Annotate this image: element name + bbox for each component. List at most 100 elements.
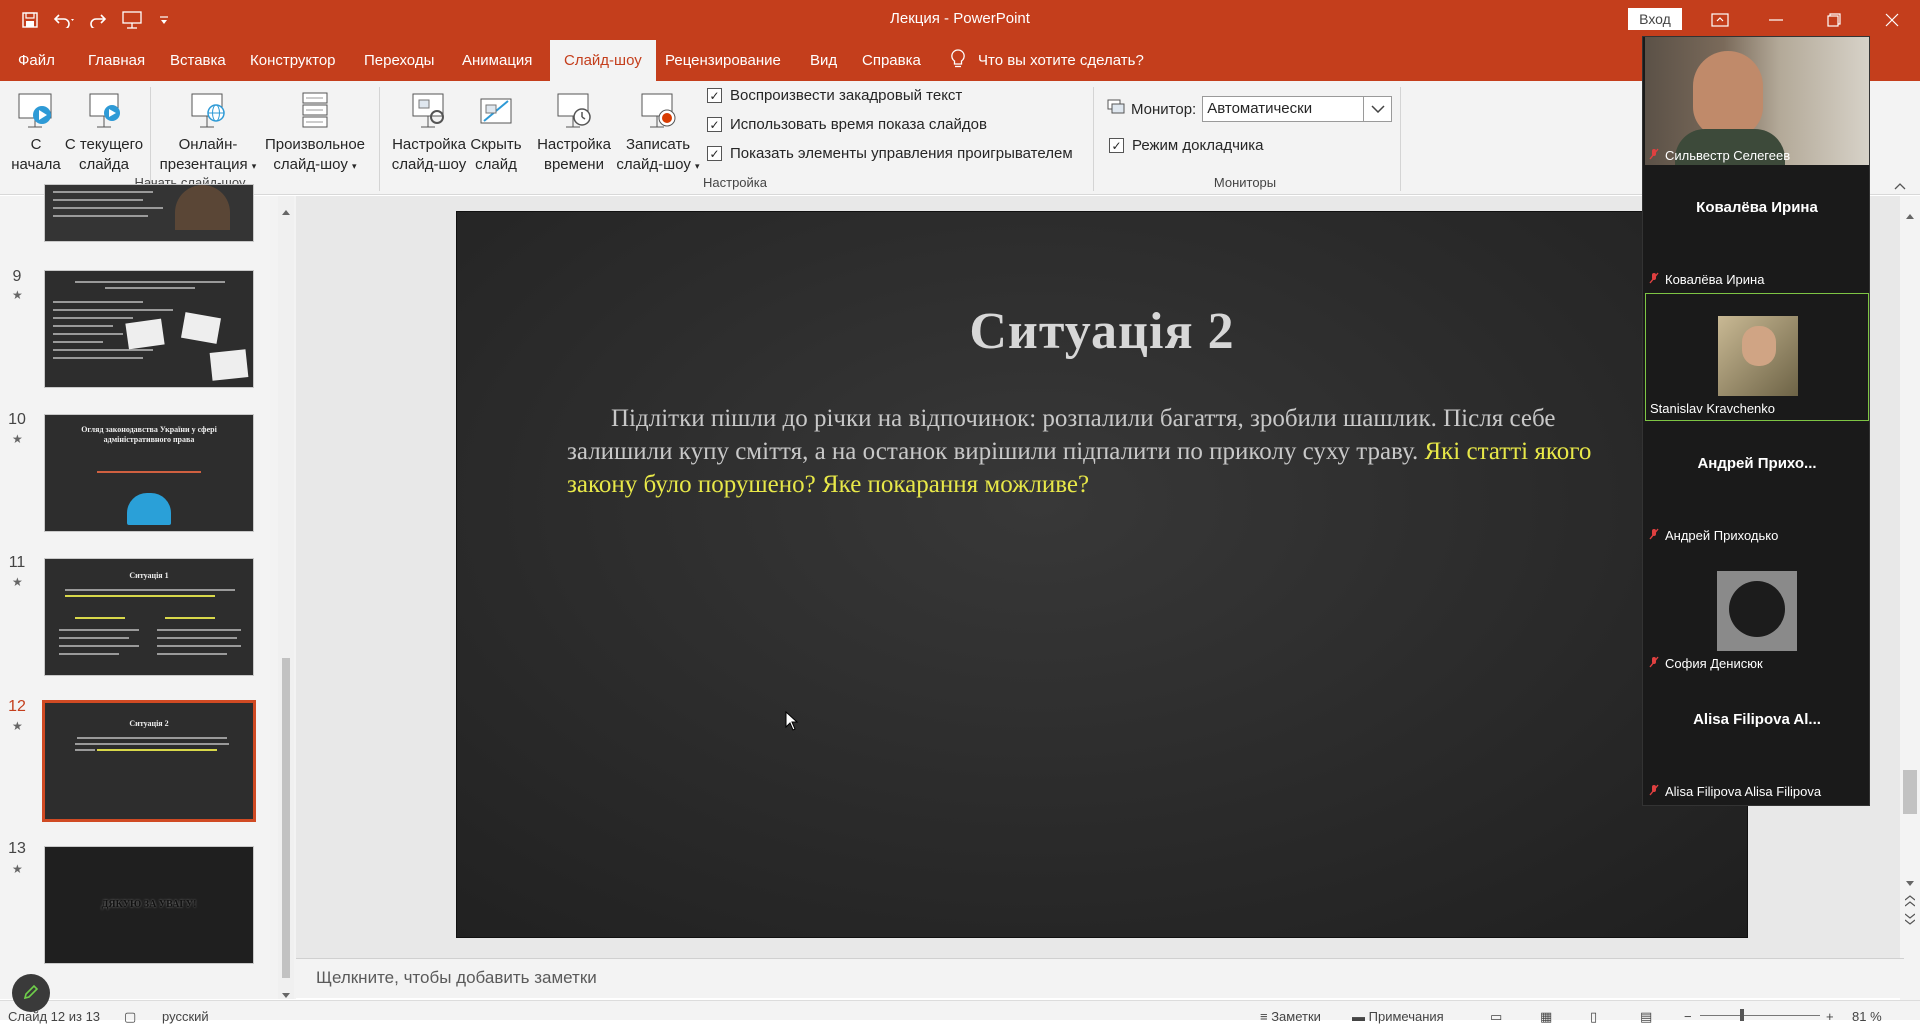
hide-slide-icon: [468, 87, 524, 131]
muted-mic-icon: [1649, 784, 1659, 799]
slide-thumbnail-12[interactable]: Ситуація 2: [42, 700, 256, 822]
language-indicator[interactable]: русский: [162, 1009, 209, 1024]
slide-thumbnail-10[interactable]: Огляд законодавства України у сфері адмі…: [44, 414, 254, 532]
normal-view-icon[interactable]: ▭: [1490, 1009, 1502, 1025]
sign-in-button[interactable]: Вход: [1628, 8, 1682, 30]
comments-toggle[interactable]: ▬ Примечания: [1352, 1009, 1444, 1024]
monitor-value: Автоматически: [1207, 100, 1313, 117]
notes-toggle[interactable]: ≡ Заметки: [1260, 1009, 1321, 1024]
hide-label-2: слайд: [475, 156, 517, 173]
rehearse-timings-button[interactable]: Настройка времени: [532, 87, 616, 175]
editor-scrollbar[interactable]: [1900, 196, 1920, 1000]
hide-slide-button[interactable]: Скрыть слайд: [468, 87, 524, 175]
record-icon: [612, 87, 704, 131]
next-slide-icon[interactable]: [1904, 912, 1916, 928]
use-timings-checkbox[interactable]: ✓ Использовать время показа слайдов: [707, 116, 987, 133]
tab-design[interactable]: Конструктор: [250, 40, 336, 81]
video-call-participants-panel: Сильвестр Селегеев Ковалёва Ирина Ковалё…: [1642, 36, 1870, 806]
thumb-text-line: [53, 309, 173, 311]
tab-view[interactable]: Вид: [810, 40, 837, 81]
tab-home[interactable]: Главная: [88, 40, 145, 81]
thumb-text-line: [157, 645, 241, 647]
participant-tile[interactable]: Андрей Прихо... Андрей Приходько: [1645, 421, 1869, 547]
group-label-setup: Настройка: [703, 175, 767, 190]
close-icon[interactable]: [1878, 6, 1906, 34]
notes-pane[interactable]: Щелкните, чтобы добавить заметки: [296, 958, 1904, 998]
slide-sorter-icon[interactable]: ▦: [1540, 1009, 1552, 1025]
participant-tile[interactable]: Сильвестр Селегеев: [1645, 37, 1869, 165]
zoom-out-icon[interactable]: −: [1684, 1009, 1692, 1024]
from-beginning-label-1: С: [30, 136, 42, 153]
zoom-slider-thumb[interactable]: [1740, 1009, 1744, 1021]
from-current-slide-button[interactable]: С текущего слайда: [64, 87, 144, 175]
minimize-icon[interactable]: [1762, 6, 1790, 34]
participant-tile[interactable]: Ковалёва Ирина Ковалёва Ирина: [1645, 165, 1869, 291]
scroll-up-icon[interactable]: [1906, 206, 1914, 222]
restore-icon[interactable]: [1820, 6, 1848, 34]
thumb-text-line: [53, 341, 103, 343]
slide-thumbnail-9[interactable]: [44, 270, 254, 388]
record-slideshow-button[interactable]: Записать слайд-шоу ▾: [612, 87, 704, 176]
ribbon-display-options-icon[interactable]: [1706, 6, 1734, 34]
animation-star-icon: ★: [12, 719, 23, 733]
pen-annotation-button[interactable]: [12, 974, 50, 1012]
setup-slideshow-button[interactable]: Настройка слайд-шоу: [390, 87, 468, 175]
tell-me-search[interactable]: Что вы хотите сделать?: [950, 40, 1144, 81]
previous-slide-icon[interactable]: [1904, 894, 1916, 910]
thumb-text-line: [157, 629, 241, 631]
monitor-select[interactable]: Автоматически: [1202, 96, 1393, 122]
zoom-level[interactable]: 81 %: [1852, 1009, 1882, 1024]
present-online-button[interactable]: Онлайн- презентация ▾: [158, 87, 258, 176]
thumb-text-line: [157, 653, 227, 655]
tab-help[interactable]: Справка: [862, 40, 921, 81]
from-beginning-button[interactable]: С начала: [10, 87, 62, 175]
thumbnail-scrollbar[interactable]: [278, 196, 294, 999]
slide-thumbnail-11[interactable]: Ситуація 1: [44, 558, 254, 676]
show-media-controls-checkbox[interactable]: ✓ Показать элементы управления проигрыва…: [707, 145, 1073, 162]
tab-insert[interactable]: Вставка: [170, 40, 226, 81]
scroll-up-icon[interactable]: [282, 202, 290, 218]
slide-title[interactable]: Ситуація 2: [457, 302, 1747, 361]
from-beginning-label-2: начала: [11, 156, 61, 173]
slideshow-view-icon[interactable]: ▤: [1640, 1009, 1652, 1025]
status-bar: Слайд 12 из 13 ▢ русский ≡ Заметки ▬ При…: [0, 1000, 1920, 1024]
tab-animations[interactable]: Анимация: [462, 40, 532, 81]
current-slide[interactable]: Ситуація 2 Підлітки пішли до річки на ві…: [456, 211, 1748, 938]
custom-show-button[interactable]: Произвольное слайд-шоу ▾: [260, 87, 370, 176]
slide-body-text[interactable]: Підлітки пішли до річки на відпочинок: р…: [567, 402, 1647, 501]
zoom-slider[interactable]: [1700, 1015, 1820, 1016]
record-label-2-row: слайд-шоу ▾: [612, 155, 704, 176]
thumb-text-line: [75, 743, 229, 745]
use-timings-label: Использовать время показа слайдов: [730, 116, 987, 133]
show-media-controls-label: Показать элементы управления проигрывате…: [730, 145, 1073, 162]
notes-label: Заметки: [1271, 1009, 1321, 1024]
custom-label-2: слайд-шоу: [273, 156, 348, 173]
tab-slideshow[interactable]: Слайд-шоу: [550, 40, 656, 81]
zoom-in-icon[interactable]: +: [1826, 1009, 1834, 1024]
presenter-view-checkbox[interactable]: ✓ Режим докладчика: [1109, 137, 1264, 154]
cat-avatar-icon: [1729, 581, 1785, 637]
thumb-text-line: [53, 349, 153, 351]
spell-check-icon[interactable]: ▢: [124, 1009, 136, 1025]
participant-tile-active[interactable]: Stanislav Kravchenko: [1645, 293, 1869, 421]
tab-review[interactable]: Рецензирование: [665, 40, 781, 81]
participant-label: София Денисюк: [1649, 656, 1763, 671]
thumb-text-line: [105, 287, 195, 289]
tab-transitions[interactable]: Переходы: [364, 40, 434, 81]
participant-face: [1742, 326, 1776, 366]
slide-counter: Слайд 12 из 13: [8, 1009, 101, 1024]
slide-thumbnail-13[interactable]: ДЯКУЮ ЗА УВАГУ!: [44, 846, 254, 964]
participant-label: Андрей Приходько: [1649, 528, 1778, 543]
scroll-down-icon[interactable]: [1906, 874, 1914, 890]
participant-tile[interactable]: София Денисюк: [1645, 549, 1869, 675]
slide-thumbnail-partial[interactable]: [44, 184, 254, 242]
collapse-ribbon-icon[interactable]: [1894, 177, 1906, 193]
participant-tile[interactable]: Alisa Filipova Al... Alisa Filipova Alis…: [1645, 677, 1869, 803]
scroll-thumb[interactable]: [1903, 770, 1917, 814]
dropdown-arrow-icon: ▾: [251, 161, 257, 171]
tab-file[interactable]: Файл: [18, 40, 55, 81]
scroll-thumb[interactable]: [282, 658, 290, 978]
reading-view-icon[interactable]: ▯: [1590, 1009, 1597, 1025]
checkmark-icon: ✓: [707, 88, 722, 103]
play-narrations-checkbox[interactable]: ✓ Воспроизвести закадровый текст: [707, 87, 962, 104]
